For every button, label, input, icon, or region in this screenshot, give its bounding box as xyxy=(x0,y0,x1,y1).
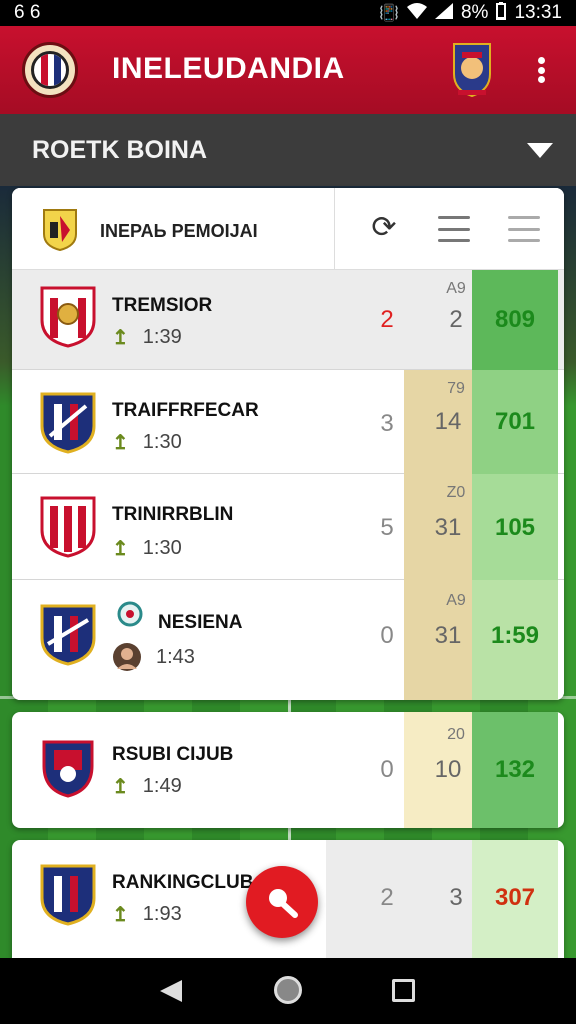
team-time: 1:39 xyxy=(142,326,182,348)
team-logo xyxy=(40,864,96,926)
vibrate-icon: 📳 xyxy=(379,5,399,22)
table-row[interactable]: TRAIFFRFECAR ↥ 1:30 3 79 14 701 xyxy=(12,370,564,474)
team-time: 1:43 xyxy=(156,645,195,668)
search-fab-button[interactable] xyxy=(246,866,318,938)
table-row[interactable]: TRINIRRBLIN ↥ 1:30 5 Z0 31 105 xyxy=(12,474,564,580)
league-logo xyxy=(43,209,77,252)
divider xyxy=(334,188,335,270)
list-icon[interactable] xyxy=(438,216,470,242)
league-dropdown[interactable]: ROETK BOINA xyxy=(0,114,576,186)
status-left: 6 6 xyxy=(14,2,41,23)
ranking-card: INEPAЬ PEMOIJAI ⟳ TREMSIOR ↥ 1:39 2 A9 2… xyxy=(12,188,564,700)
team-logo xyxy=(40,604,96,666)
stat-c: 809 xyxy=(494,306,536,333)
home-icon[interactable] xyxy=(274,976,302,1004)
team-time: 1:30 xyxy=(142,431,182,453)
team-meta: ↥ 1:39 xyxy=(112,325,182,350)
battery-icon xyxy=(496,1,507,25)
list-icon[interactable] xyxy=(508,216,540,242)
team-name: TRAIFFRFECAR xyxy=(112,400,259,421)
team-name: RANKINGCLUB xyxy=(112,872,254,893)
system-nav-bar xyxy=(0,958,576,1024)
card-header: INEPAЬ PEMOIJAI ⟳ xyxy=(12,188,564,270)
hand-icon: ↥ xyxy=(112,776,129,798)
clock: 13:31 xyxy=(514,2,562,23)
table-row[interactable]: TREMSIOR ↥ 1:39 2 A9 2 809 xyxy=(12,270,564,370)
battery-text: 8% xyxy=(460,2,489,23)
team-time: 1:93 xyxy=(142,903,182,925)
team-time: 1:49 xyxy=(142,775,182,797)
badge-icon xyxy=(117,601,143,627)
club-logo-inner xyxy=(31,51,69,89)
back-icon[interactable] xyxy=(158,978,184,1004)
team-logo xyxy=(40,392,96,454)
team-name: TRINIRRBLIN xyxy=(112,504,234,525)
more-vert-icon[interactable] xyxy=(528,54,554,86)
status-icons: 📳 8% 13:31 xyxy=(379,1,562,25)
stat-c: 132 xyxy=(494,756,536,783)
hand-icon: ↥ xyxy=(112,432,129,454)
hand-icon: ↥ xyxy=(112,327,129,349)
stat-c: 105 xyxy=(494,514,536,541)
club-logo[interactable] xyxy=(22,42,78,98)
team-meta: ↥ 1:93 xyxy=(112,902,182,927)
hand-icon: ↥ xyxy=(112,538,129,560)
stat-c: 701 xyxy=(494,408,536,435)
team-meta: ↥ 1:30 xyxy=(112,536,182,561)
refresh-icon[interactable]: ⟳ xyxy=(366,210,402,246)
chevron-down-icon[interactable] xyxy=(527,143,553,159)
app-title: INELEUDANDIA xyxy=(112,52,345,85)
status-bar: 6 6 📳 8% 13:31 xyxy=(0,0,576,26)
table-row[interactable]: NESIENA 1:43 0 A9 31 1:59 xyxy=(12,580,564,700)
app-bar: INELEUDANDIA xyxy=(0,26,576,114)
team-meta: ↥ 1:30 xyxy=(112,430,182,455)
recents-icon[interactable] xyxy=(392,979,415,1002)
team-name: RSUBI CIJUB xyxy=(112,744,234,765)
team-meta: ↥ 1:49 xyxy=(112,774,182,799)
stat-a: 2 xyxy=(380,306,394,333)
team-time: 1:30 xyxy=(142,537,182,559)
avatar xyxy=(113,643,141,671)
search-icon xyxy=(269,889,298,918)
team-name: TREMSIOR xyxy=(112,295,213,316)
hand-icon: ↥ xyxy=(112,904,129,926)
dropdown-label: ROETK BOINA xyxy=(32,136,207,164)
team-name: NESIENA xyxy=(158,612,243,633)
crest-icon xyxy=(453,43,491,98)
stat-a: 2 xyxy=(380,884,394,911)
stat-c: 307 xyxy=(494,884,536,911)
team-logo xyxy=(42,740,94,798)
wifi-icon xyxy=(406,2,427,24)
team-meta: 1:43 xyxy=(112,642,195,672)
table-row[interactable]: RSUBI CIJUB ↥ 1:49 0 20 10 132 xyxy=(12,712,564,828)
team-logo xyxy=(40,496,96,558)
team-logo xyxy=(40,286,96,348)
signal-icon xyxy=(434,2,453,24)
stat-c: 1:59 xyxy=(490,622,540,649)
card-title: INEPAЬ PEMOIJAI xyxy=(100,221,258,241)
